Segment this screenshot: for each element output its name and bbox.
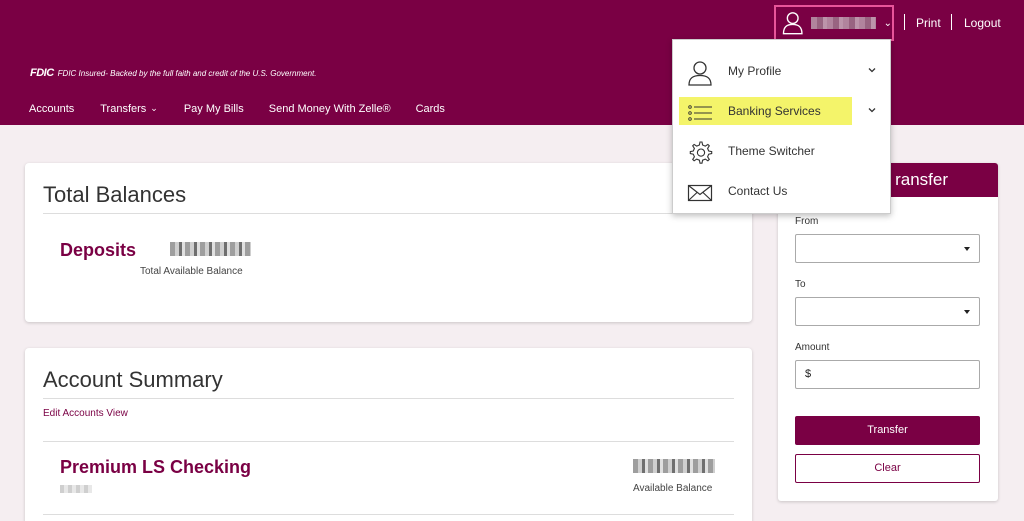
user-icon	[688, 61, 712, 86]
menu-item-label: Banking Services	[728, 104, 821, 118]
quick-transfer-title: ransfer	[895, 170, 948, 189]
account-number-redacted	[60, 485, 92, 493]
amount-label: Amount	[795, 342, 830, 353]
main-nav: Accounts Transfers ⌄ Pay My Bills Send M…	[29, 103, 445, 115]
gear-icon	[689, 141, 713, 164]
divider	[43, 514, 734, 515]
user-dropdown-menu: My Profile Banking Services Theme Switch…	[672, 39, 891, 214]
envelope-icon	[687, 184, 713, 202]
menu-item-theme-switcher[interactable]: Theme Switcher	[673, 132, 892, 172]
from-label: From	[795, 216, 819, 227]
chevron-down-icon: ⌄	[150, 103, 158, 113]
menu-item-label: My Profile	[728, 64, 782, 78]
nav-pay-my-bills[interactable]: Pay My Bills	[184, 103, 244, 115]
clear-button[interactable]: Clear	[795, 454, 980, 483]
fdic-text: FDIC Insured- Backed by the full faith a…	[57, 68, 317, 78]
logout-link[interactable]: Logout	[964, 16, 1001, 30]
nav-accounts[interactable]: Accounts	[29, 103, 74, 115]
user-icon	[782, 12, 803, 35]
menu-item-label: Contact Us	[728, 184, 788, 198]
menu-item-my-profile[interactable]: My Profile	[673, 52, 892, 92]
divider	[43, 213, 734, 214]
fdic-logo: FDIC	[30, 67, 54, 79]
divider	[43, 441, 734, 442]
list-icon	[688, 105, 712, 121]
nav-transfers[interactable]: Transfers	[100, 103, 146, 115]
account-summary-card: Account Summary Edit Accounts View Premi…	[25, 348, 752, 521]
total-available-balance-caption: Total Available Balance	[140, 266, 243, 277]
to-select[interactable]	[795, 297, 980, 326]
nav-cards[interactable]: Cards	[416, 103, 445, 115]
total-balances-card: Total Balances Deposits Total Available …	[25, 163, 752, 322]
print-link[interactable]: Print	[916, 16, 941, 30]
user-menu-button[interactable]: ⌄	[774, 5, 894, 41]
chevron-down-icon: ⌄	[883, 17, 892, 29]
amount-input[interactable]: $	[795, 360, 980, 389]
chevron-down-icon	[868, 68, 876, 73]
divider	[951, 14, 952, 30]
account-name-link[interactable]: Premium LS Checking	[60, 457, 251, 478]
menu-item-banking-services[interactable]: Banking Services	[673, 92, 892, 132]
chevron-down-icon	[868, 108, 876, 113]
divider	[43, 398, 734, 399]
from-select[interactable]	[795, 234, 980, 263]
caret-down-icon	[964, 247, 970, 251]
user-name-redacted	[811, 17, 876, 29]
menu-item-label: Theme Switcher	[728, 144, 815, 158]
nav-send-money-zelle[interactable]: Send Money With Zelle®	[269, 103, 391, 115]
fdic-banner: FDIC FDIC Insured- Backed by the full fa…	[30, 67, 316, 79]
to-label: To	[795, 279, 806, 290]
account-summary-title: Account Summary	[43, 367, 223, 392]
edit-accounts-view-link[interactable]: Edit Accounts View	[43, 408, 128, 419]
transfer-button[interactable]: Transfer	[795, 416, 980, 445]
account-balance-redacted	[633, 459, 715, 473]
deposits-balance-redacted	[170, 242, 251, 256]
menu-item-contact-us[interactable]: Contact Us	[673, 172, 892, 212]
divider	[904, 14, 905, 30]
deposits-label[interactable]: Deposits	[60, 240, 136, 261]
caret-down-icon	[964, 310, 970, 314]
available-balance-caption: Available Balance	[633, 483, 713, 494]
total-balances-title: Total Balances	[43, 182, 187, 207]
